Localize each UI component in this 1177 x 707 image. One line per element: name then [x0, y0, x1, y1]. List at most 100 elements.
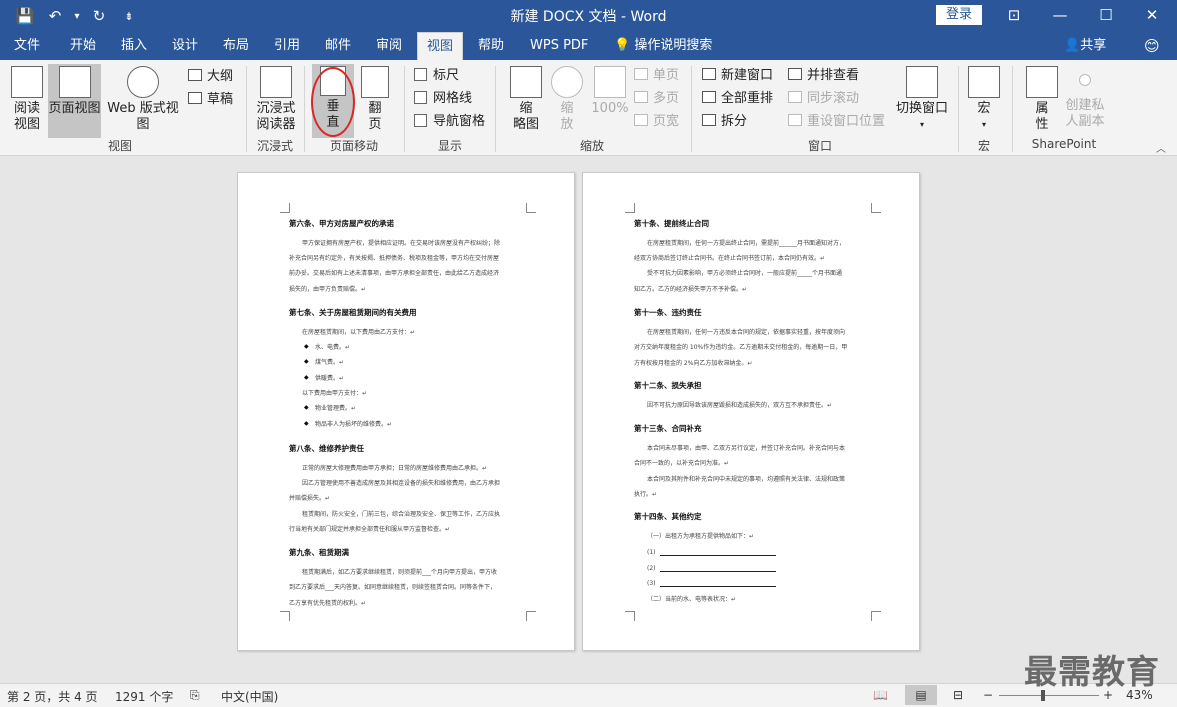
reset-window-position-button[interactable]: 重设窗口位置: [788, 112, 885, 132]
tab-review[interactable]: 审阅: [368, 32, 410, 60]
outline-button[interactable]: 大纲: [188, 67, 233, 87]
maximize-button[interactable]: ☐: [1083, 0, 1129, 32]
multiple-pages-button[interactable]: 多页: [634, 89, 679, 109]
page-count[interactable]: 第 2 页，共 4 页: [7, 688, 98, 705]
private-copy-label: 创建私 人副本: [1065, 98, 1105, 129]
quick-access-toolbar: 💾 ↶ ▾ ↻ ⇟: [10, 0, 144, 32]
ruler-checkbox[interactable]: 标尺: [414, 66, 459, 86]
collapse-ribbon-icon[interactable]: ︿: [1156, 140, 1166, 155]
document-area[interactable]: 第六条、甲方对房屋产权的承诺 甲方保证拥有房屋产权，提供相应证明。在交易时该房屋…: [0, 157, 1177, 683]
draft-icon: [188, 92, 202, 104]
side-to-side-icon: [361, 66, 389, 98]
section-heading: 第十三条、合同补充: [634, 424, 702, 433]
tab-mailings[interactable]: 邮件: [317, 32, 359, 60]
customize-qat-icon[interactable]: ⇟: [114, 10, 144, 23]
macros-button[interactable]: 宏 ▾: [966, 64, 1002, 133]
tab-layout[interactable]: 布局: [215, 32, 257, 60]
outline-icon: [188, 69, 202, 81]
document-page-2[interactable]: 第十条、提前终止合同 在房屋租赁期间，任何一方提出终止合同，需提前______月…: [582, 172, 920, 651]
zoom-slider[interactable]: [999, 695, 1099, 696]
one-page-icon: [634, 68, 648, 80]
word-count[interactable]: 1291 个字: [115, 688, 173, 705]
tab-home[interactable]: 开始: [62, 32, 104, 60]
print-layout-button[interactable]: 页面视图: [48, 64, 101, 138]
close-button[interactable]: ✕: [1129, 0, 1175, 32]
arrange-all-button[interactable]: 全部重排: [702, 89, 773, 109]
section-heading: 第七条、关于房屋租赁期间的有关费用: [289, 308, 417, 317]
window-group-label: 窗口: [807, 139, 832, 153]
ribbon-tabs: 文件 开始 插入 设计 布局 引用 邮件 审阅 视图 帮助 WPS PDF 💡 …: [0, 32, 1177, 60]
zoom-100-button[interactable]: 100%: [590, 64, 630, 117]
macros-label: 宏: [977, 101, 991, 116]
gridlines-checkbox[interactable]: 网格线: [414, 89, 472, 109]
paragraph-line: 在房屋租赁期间，以下费用由乙方支付：↵: [302, 329, 416, 336]
thumbnails-label: 缩 略图: [512, 101, 539, 132]
web-layout-button[interactable]: Web 版式视图: [103, 64, 183, 133]
read-mode-button[interactable]: 阅读 视图: [8, 64, 46, 133]
tab-wps-pdf[interactable]: WPS PDF: [522, 32, 596, 60]
watermark-logo: 最需教育: [1024, 652, 1160, 691]
share-button[interactable]: 👤共享: [1056, 32, 1114, 60]
one-page-button[interactable]: 单页: [634, 66, 679, 86]
sync-scroll-label: 同步滚动: [807, 91, 860, 106]
print-layout-view-icon[interactable]: ▤: [905, 685, 937, 705]
paragraph-line: 在房屋租赁期间，任何一方违反本合同的规定，依据事实轻重，按年度须向: [647, 329, 846, 336]
draft-label: 草稿: [207, 92, 234, 107]
thumbnails-button[interactable]: 缩 略图: [506, 64, 546, 133]
view-side-by-side-button[interactable]: 并排查看: [788, 66, 859, 86]
proofing-icon[interactable]: ⎘: [190, 688, 200, 703]
properties-icon: [1026, 66, 1058, 98]
split-button[interactable]: 拆分: [702, 112, 747, 132]
web-layout-view-icon[interactable]: ⊟: [953, 688, 963, 702]
undo-dropdown-icon[interactable]: ▾: [70, 11, 84, 22]
tab-design[interactable]: 设计: [164, 32, 206, 60]
new-window-button[interactable]: 新建窗口: [702, 66, 773, 86]
tab-view[interactable]: 视图: [417, 32, 463, 60]
switch-windows-button[interactable]: 切换窗口 ▾: [893, 64, 951, 133]
undo-icon[interactable]: ↶: [40, 7, 70, 25]
immersive-reader-button[interactable]: 沉浸式 阅读器: [253, 64, 299, 133]
margin-corner: [625, 611, 635, 621]
language[interactable]: 中文(中国): [221, 688, 278, 705]
zoom-out-button[interactable]: −: [983, 688, 993, 702]
vertical-scrollbar[interactable]: [1161, 157, 1177, 683]
section-heading: 第十一条、违约责任: [634, 308, 702, 317]
side-to-side-label: 翻 页: [368, 101, 382, 132]
properties-button[interactable]: 属 性: [1024, 64, 1060, 133]
group-divider: [404, 66, 405, 152]
tab-help[interactable]: 帮助: [470, 32, 512, 60]
paragraph-line: 以下费用由甲方支付：↵: [302, 390, 368, 397]
side-by-side-icon: [788, 68, 802, 80]
tell-me-search[interactable]: 💡 操作说明搜索: [606, 32, 720, 60]
paragraph-line: 方有权按月租金的 2%向乙方加收滞纳金。↵: [634, 360, 753, 367]
paragraph-line: 对方交纳年度租金的 10%作为违约金。乙方逾期未交付租金的，每逾期一日，甲: [634, 344, 848, 351]
paragraph-line: 本合同及其附件和补充合同中未规定的事项，均遵照有关法律、法规和政策: [647, 476, 846, 483]
fill-in-blank: [660, 555, 776, 556]
tab-insert[interactable]: 插入: [113, 32, 155, 60]
minimize-button[interactable]: —: [1037, 0, 1083, 32]
tab-file[interactable]: 文件: [6, 32, 48, 60]
redo-icon[interactable]: ↻: [84, 7, 114, 25]
ribbon-display-options-icon[interactable]: ⊡: [991, 0, 1037, 32]
paragraph-line: 本合同未尽事项，由甲、乙双方另行议定，并签订补充合同。补充合同与本: [647, 445, 846, 452]
arrange-all-label: 全部重排: [721, 91, 774, 106]
fill-in-blank: [660, 571, 776, 572]
navigation-pane-checkbox[interactable]: 导航窗格: [414, 112, 485, 132]
paragraph-line: 受不可抗力因素影响，甲方必须终止合同时，一般应提前_____个月书面通: [647, 270, 843, 277]
page-width-button[interactable]: 页宽: [634, 112, 679, 132]
section-heading: 第十二条、损失承担: [634, 381, 702, 390]
side-to-side-button[interactable]: 翻 页: [356, 64, 394, 133]
group-divider: [304, 66, 305, 152]
document-page-1[interactable]: 第六条、甲方对房屋产权的承诺 甲方保证拥有房屋产权，提供相应证明。在交易时该房屋…: [237, 172, 575, 651]
web-layout-icon: [127, 66, 159, 98]
smiley-feedback-icon[interactable]: 😊: [1136, 32, 1168, 60]
read-mode-view-icon[interactable]: 📖: [873, 688, 888, 702]
save-icon[interactable]: 💾: [10, 7, 40, 25]
sync-scroll-button[interactable]: 同步滚动: [788, 89, 859, 109]
tab-references[interactable]: 引用: [266, 32, 308, 60]
login-button[interactable]: 登录: [936, 5, 982, 25]
zoom-button[interactable]: 缩 放: [550, 64, 584, 133]
create-private-copy-button[interactable]: 创建私 人副本: [1062, 64, 1108, 130]
draft-button[interactable]: 草稿: [188, 90, 233, 110]
person-icon: 👤: [1064, 38, 1081, 53]
